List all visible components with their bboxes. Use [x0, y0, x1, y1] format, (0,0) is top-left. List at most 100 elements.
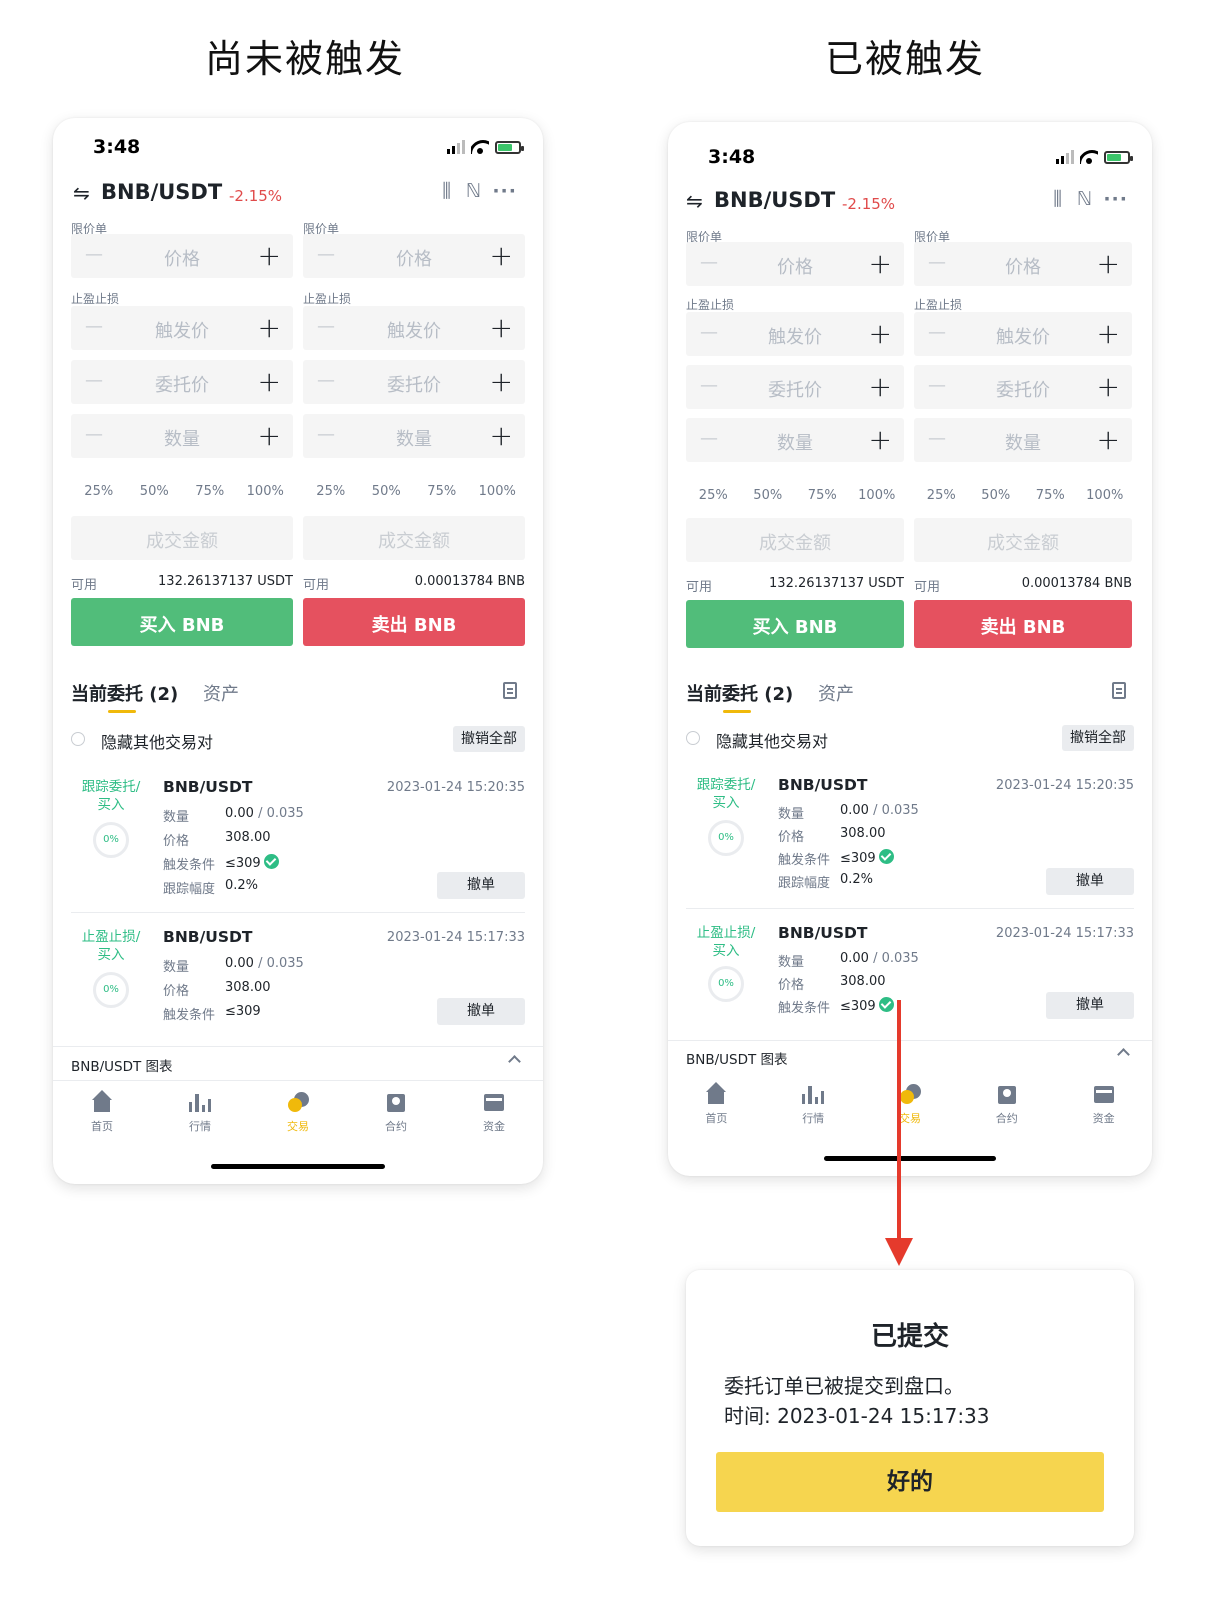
buy-button[interactable]: 买入 BNB	[71, 598, 293, 646]
candlestick-icon[interactable]: ⫼	[442, 180, 451, 202]
cancel-order-button[interactable]: 撤单	[1046, 992, 1134, 1019]
swap-icon[interactable]: ⇋	[686, 189, 703, 213]
percent-50[interactable]: 50%	[359, 484, 415, 502]
order-history-icon[interactable]	[503, 682, 517, 699]
tab-current-orders[interactable]: 当前委托 (2)	[71, 680, 178, 706]
percent-75[interactable]: 75%	[1023, 488, 1078, 506]
nav-futures[interactable]: 合约	[347, 1092, 445, 1142]
percent-100[interactable]: 100%	[238, 484, 294, 502]
amount-input[interactable]: 成交金额	[686, 518, 904, 562]
plus-icon[interactable]: +	[869, 370, 892, 403]
plus-icon[interactable]: +	[258, 419, 281, 452]
hide-other-pairs-radio[interactable]	[686, 731, 700, 745]
order-history-icon[interactable]	[1112, 682, 1126, 699]
percent-25[interactable]: 25%	[303, 484, 359, 502]
nav-home[interactable]: 首页	[668, 1082, 765, 1134]
amount-input[interactable]: 成交金额	[303, 516, 525, 560]
percent-75[interactable]: 75%	[795, 488, 850, 506]
plus-icon[interactable]: +	[258, 239, 281, 272]
plus-icon[interactable]: +	[1097, 370, 1120, 403]
trigger-price-stepper[interactable]: — 触发价 +	[71, 306, 293, 350]
plus-icon[interactable]: +	[869, 423, 892, 456]
tab-assets[interactable]: 资产	[818, 680, 854, 706]
plus-icon[interactable]: +	[258, 311, 281, 344]
nav-markets[interactable]: 行情	[151, 1092, 249, 1142]
order-price-stepper[interactable]: — 委托价 +	[71, 360, 293, 404]
percent-50[interactable]: 50%	[969, 488, 1024, 506]
nav-wallet[interactable]: 资金	[1055, 1084, 1152, 1134]
cancel-all-button[interactable]: 撤销全部	[453, 726, 525, 752]
home-indicator[interactable]	[211, 1164, 385, 1169]
quantity-stepper[interactable]: — 数量 +	[71, 414, 293, 458]
percent-50[interactable]: 50%	[127, 484, 183, 502]
percent-100[interactable]: 100%	[470, 484, 526, 502]
order-price-stepper[interactable]: — 委托价 +	[686, 365, 904, 409]
pair-title[interactable]: BNB/USDT	[101, 180, 222, 204]
chart-bar[interactable]: BNB/USDT 图表	[686, 1044, 1134, 1070]
trigger-price-stepper[interactable]: — 触发价 +	[686, 312, 904, 356]
trigger-price-stepper[interactable]: — 触发价 +	[303, 306, 525, 350]
plus-icon[interactable]: +	[1097, 247, 1120, 280]
plus-icon[interactable]: +	[1097, 317, 1120, 350]
percent-selector[interactable]: 25% 50% 75% 100%	[71, 484, 293, 502]
percent-50[interactable]: 50%	[741, 488, 796, 506]
price-stepper[interactable]: — 价格 +	[686, 242, 904, 286]
nav-trade[interactable]: 交易	[862, 1084, 959, 1134]
quantity-stepper[interactable]: — 数量 +	[303, 414, 525, 458]
quantity-stepper[interactable]: — 数量 +	[686, 418, 904, 462]
order-price-stepper[interactable]: — 委托价 +	[914, 365, 1132, 409]
tab-current-orders[interactable]: 当前委托 (2)	[686, 680, 793, 706]
indicator-icon[interactable]: ℕ	[1077, 188, 1092, 210]
candlestick-icon[interactable]: ⫼	[1053, 188, 1062, 210]
percent-25[interactable]: 25%	[914, 488, 969, 506]
home-indicator[interactable]	[824, 1156, 996, 1161]
chevron-up-icon[interactable]	[508, 1055, 521, 1068]
nav-markets[interactable]: 行情	[765, 1084, 862, 1134]
nav-home[interactable]: 首页	[53, 1090, 151, 1142]
amount-input[interactable]: 成交金额	[71, 516, 293, 560]
hide-other-pairs-label[interactable]: 隐藏其他交易对	[101, 729, 213, 753]
plus-icon[interactable]: +	[490, 311, 513, 344]
cancel-order-button[interactable]: 撤单	[1046, 868, 1134, 895]
nav-trade[interactable]: 交易	[249, 1092, 347, 1142]
percent-selector[interactable]: 25% 50% 75% 100%	[914, 488, 1132, 506]
chart-bar[interactable]: BNB/USDT 图表	[71, 1051, 525, 1077]
percent-selector[interactable]: 25% 50% 75% 100%	[303, 484, 525, 502]
plus-icon[interactable]: +	[1097, 423, 1120, 456]
nav-futures[interactable]: 合约	[958, 1084, 1055, 1134]
plus-icon[interactable]: +	[490, 239, 513, 272]
chevron-up-icon[interactable]	[1117, 1048, 1130, 1061]
tab-assets[interactable]: 资产	[203, 680, 239, 706]
price-stepper[interactable]: — 价格 +	[303, 234, 525, 278]
amount-input[interactable]: 成交金额	[914, 518, 1132, 562]
cancel-order-button[interactable]: 撤单	[437, 998, 525, 1025]
plus-icon[interactable]: +	[869, 317, 892, 350]
price-stepper[interactable]: — 价格 +	[914, 242, 1132, 286]
nav-wallet[interactable]: 资金	[445, 1092, 543, 1142]
buy-button[interactable]: 买入 BNB	[686, 600, 904, 648]
percent-25[interactable]: 25%	[71, 484, 127, 502]
order-price-stepper[interactable]: — 委托价 +	[303, 360, 525, 404]
plus-icon[interactable]: +	[490, 365, 513, 398]
percent-75[interactable]: 75%	[182, 484, 238, 502]
more-icon[interactable]: ···	[492, 180, 517, 202]
cancel-all-button[interactable]: 撤销全部	[1062, 725, 1134, 751]
hide-other-pairs-radio[interactable]	[71, 732, 85, 746]
swap-icon[interactable]: ⇋	[73, 181, 90, 205]
more-icon[interactable]: ···	[1103, 188, 1128, 210]
ok-button[interactable]: 好的	[716, 1452, 1104, 1512]
sell-button[interactable]: 卖出 BNB	[303, 598, 525, 646]
quantity-stepper[interactable]: — 数量 +	[914, 418, 1132, 462]
price-stepper[interactable]: — 价格 +	[71, 234, 293, 278]
percent-75[interactable]: 75%	[414, 484, 470, 502]
plus-icon[interactable]: +	[258, 365, 281, 398]
percent-25[interactable]: 25%	[686, 488, 741, 506]
cancel-order-button[interactable]: 撤单	[437, 872, 525, 899]
sell-button[interactable]: 卖出 BNB	[914, 600, 1132, 648]
pair-title[interactable]: BNB/USDT	[714, 188, 835, 212]
percent-100[interactable]: 100%	[1078, 488, 1133, 506]
percent-100[interactable]: 100%	[850, 488, 905, 506]
indicator-icon[interactable]: ℕ	[466, 180, 481, 202]
plus-icon[interactable]: +	[869, 247, 892, 280]
plus-icon[interactable]: +	[490, 419, 513, 452]
